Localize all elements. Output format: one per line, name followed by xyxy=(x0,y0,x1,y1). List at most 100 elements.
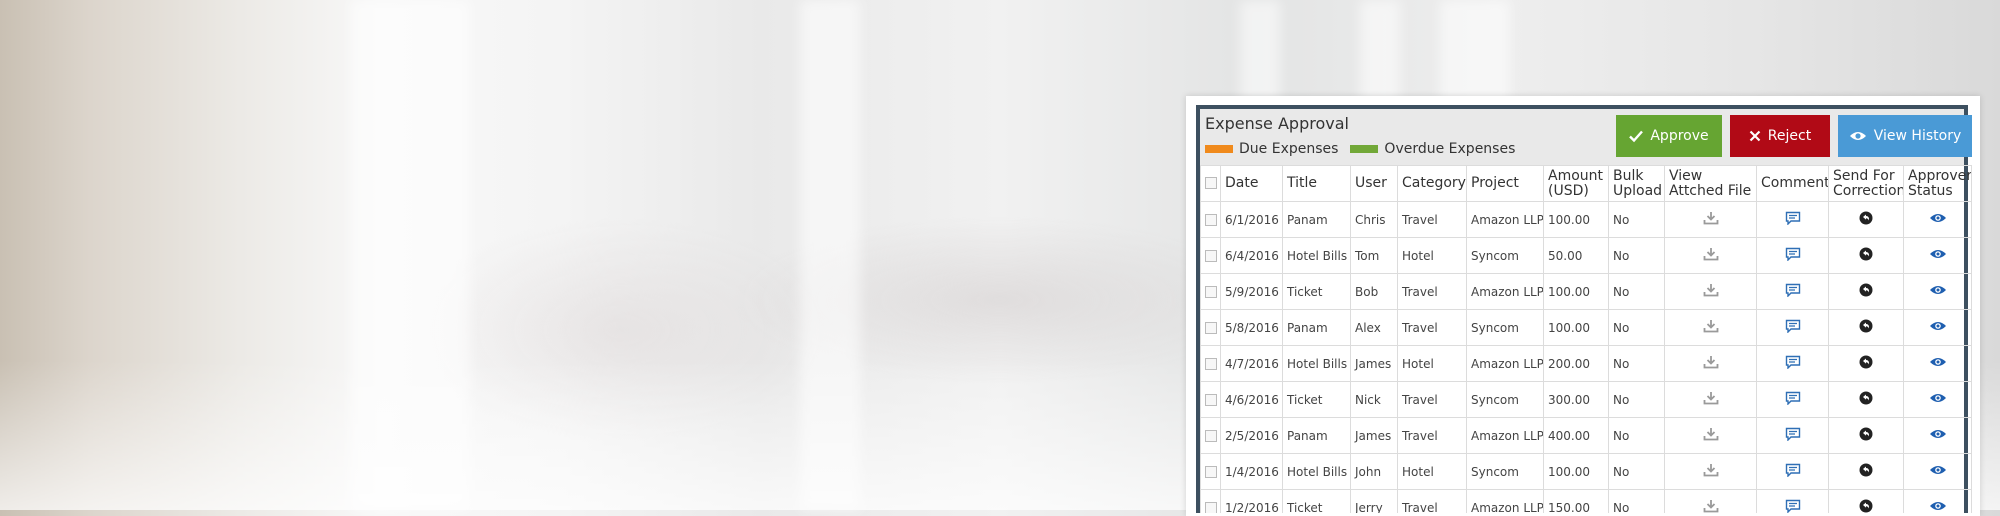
cell-comment xyxy=(1757,238,1829,274)
row-select-cell[interactable] xyxy=(1201,454,1221,490)
cell-bulk-upload: No xyxy=(1609,490,1665,516)
cell-bulk-upload: No xyxy=(1609,274,1665,310)
download-icon[interactable] xyxy=(1703,499,1719,513)
send-back-icon[interactable] xyxy=(1859,283,1873,297)
row-checkbox[interactable] xyxy=(1205,322,1217,334)
cell-approver-status xyxy=(1904,382,1972,418)
download-icon[interactable] xyxy=(1703,463,1719,477)
table-row[interactable]: 6/4/2016 Hotel Bills Tom Hotel Syncom 50… xyxy=(1201,238,1972,274)
cell-view-file xyxy=(1665,382,1757,418)
row-select-cell[interactable] xyxy=(1201,418,1221,454)
cell-bulk-upload: No xyxy=(1609,382,1665,418)
table-row[interactable]: 6/1/2016 Panam Chris Travel Amazon LLP 1… xyxy=(1201,202,1972,238)
col-date[interactable]: Date xyxy=(1221,166,1283,202)
comment-icon[interactable] xyxy=(1785,499,1801,513)
col-user[interactable]: User xyxy=(1351,166,1398,202)
col-approver-status[interactable]: Approver Status xyxy=(1904,166,1972,202)
comment-icon[interactable] xyxy=(1785,211,1801,225)
table-row[interactable]: 4/6/2016 Ticket Nick Travel Syncom 300.0… xyxy=(1201,382,1972,418)
reject-button[interactable]: Reject xyxy=(1730,115,1830,157)
table-row[interactable]: 4/7/2016 Hotel Bills James Hotel Amazon … xyxy=(1201,346,1972,382)
check-icon xyxy=(1629,129,1643,143)
send-back-icon[interactable] xyxy=(1859,499,1873,513)
col-send-correction[interactable]: Send For Correction xyxy=(1829,166,1904,202)
col-comment[interactable]: Comment xyxy=(1757,166,1829,202)
col-category[interactable]: Category xyxy=(1398,166,1467,202)
col-title[interactable]: Title xyxy=(1283,166,1351,202)
cell-view-file xyxy=(1665,202,1757,238)
download-icon[interactable] xyxy=(1703,247,1719,261)
send-back-icon[interactable] xyxy=(1859,355,1873,369)
col-project[interactable]: Project xyxy=(1467,166,1544,202)
select-all-cell[interactable] xyxy=(1201,166,1221,202)
select-all-checkbox[interactable] xyxy=(1205,177,1217,189)
row-checkbox[interactable] xyxy=(1205,394,1217,406)
eye-icon[interactable] xyxy=(1929,320,1947,332)
row-select-cell[interactable] xyxy=(1201,274,1221,310)
row-select-cell[interactable] xyxy=(1201,202,1221,238)
cell-approver-status xyxy=(1904,202,1972,238)
eye-icon[interactable] xyxy=(1929,392,1947,404)
cell-title: Hotel Bills xyxy=(1283,454,1351,490)
row-select-cell[interactable] xyxy=(1201,310,1221,346)
eye-icon[interactable] xyxy=(1929,428,1947,440)
comment-icon[interactable] xyxy=(1785,427,1801,441)
reject-label: Reject xyxy=(1768,128,1811,144)
row-select-cell[interactable] xyxy=(1201,382,1221,418)
send-back-icon[interactable] xyxy=(1859,391,1873,405)
cell-comment xyxy=(1757,454,1829,490)
comment-icon[interactable] xyxy=(1785,319,1801,333)
send-back-icon[interactable] xyxy=(1859,211,1873,225)
eye-icon[interactable] xyxy=(1929,356,1947,368)
cell-category: Travel xyxy=(1398,202,1467,238)
col-view-file[interactable]: View Attched File xyxy=(1665,166,1757,202)
col-amount[interactable]: Amount (USD) xyxy=(1544,166,1609,202)
comment-icon[interactable] xyxy=(1785,463,1801,477)
eye-icon[interactable] xyxy=(1929,500,1947,512)
eye-icon[interactable] xyxy=(1929,284,1947,296)
send-back-icon[interactable] xyxy=(1859,463,1873,477)
table-row[interactable]: 5/9/2016 Ticket Bob Travel Amazon LLP 10… xyxy=(1201,274,1972,310)
cell-project: Syncom xyxy=(1467,238,1544,274)
row-checkbox[interactable] xyxy=(1205,286,1217,298)
cell-date: 6/1/2016 xyxy=(1221,202,1283,238)
table-row[interactable]: 2/5/2016 Panam James Travel Amazon LLP 4… xyxy=(1201,418,1972,454)
comment-icon[interactable] xyxy=(1785,283,1801,297)
row-checkbox[interactable] xyxy=(1205,358,1217,370)
approve-button[interactable]: Approve xyxy=(1616,115,1722,157)
table-row[interactable]: 1/4/2016 Hotel Bills John Hotel Syncom 1… xyxy=(1201,454,1972,490)
cell-date: 1/4/2016 xyxy=(1221,454,1283,490)
download-icon[interactable] xyxy=(1703,427,1719,441)
row-checkbox[interactable] xyxy=(1205,250,1217,262)
row-checkbox[interactable] xyxy=(1205,430,1217,442)
row-select-cell[interactable] xyxy=(1201,346,1221,382)
cell-user: Bob xyxy=(1351,274,1398,310)
send-back-icon[interactable] xyxy=(1859,319,1873,333)
row-select-cell[interactable] xyxy=(1201,238,1221,274)
cell-project: Amazon LLP xyxy=(1467,274,1544,310)
download-icon[interactable] xyxy=(1703,391,1719,405)
row-checkbox[interactable] xyxy=(1205,502,1217,514)
send-back-icon[interactable] xyxy=(1859,247,1873,261)
comment-icon[interactable] xyxy=(1785,247,1801,261)
download-icon[interactable] xyxy=(1703,283,1719,297)
cell-view-file xyxy=(1665,238,1757,274)
table-row[interactable]: 5/8/2016 Panam Alex Travel Syncom 100.00… xyxy=(1201,310,1972,346)
eye-icon[interactable] xyxy=(1929,248,1947,260)
cell-amount: 100.00 xyxy=(1544,454,1609,490)
eye-icon[interactable] xyxy=(1929,464,1947,476)
cell-title: Ticket xyxy=(1283,274,1351,310)
eye-icon[interactable] xyxy=(1929,212,1947,224)
col-bulk-upload[interactable]: Bulk Upload xyxy=(1609,166,1665,202)
send-back-icon[interactable] xyxy=(1859,427,1873,441)
download-icon[interactable] xyxy=(1703,355,1719,369)
row-checkbox[interactable] xyxy=(1205,214,1217,226)
download-icon[interactable] xyxy=(1703,319,1719,333)
table-row[interactable]: 1/2/2016 Ticket Jerry Travel Amazon LLP … xyxy=(1201,490,1972,516)
download-icon[interactable] xyxy=(1703,211,1719,225)
comment-icon[interactable] xyxy=(1785,355,1801,369)
row-checkbox[interactable] xyxy=(1205,466,1217,478)
view-history-button[interactable]: View History xyxy=(1838,115,1972,157)
row-select-cell[interactable] xyxy=(1201,490,1221,516)
comment-icon[interactable] xyxy=(1785,391,1801,405)
